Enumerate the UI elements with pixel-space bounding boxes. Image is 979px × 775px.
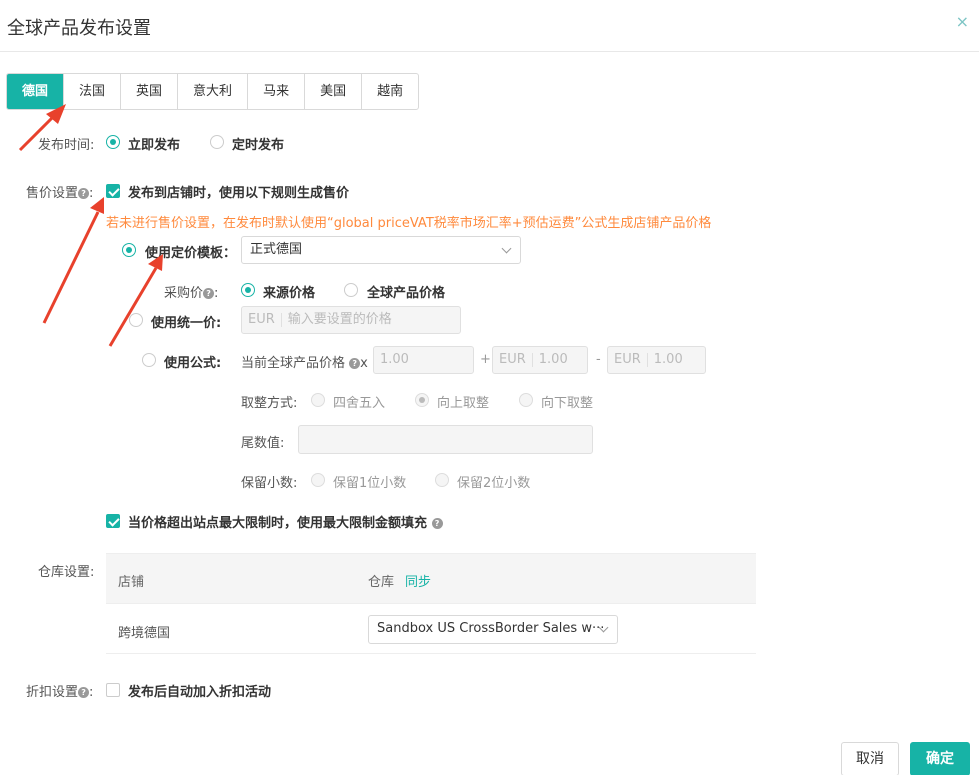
formula-multiplier-value: 1.00 [380, 352, 409, 367]
max-limit-checkbox[interactable] [106, 514, 120, 528]
purchase-source-radio[interactable] [241, 283, 255, 297]
formula-plus: + [480, 352, 491, 367]
template-select[interactable]: 正式德国 [241, 236, 521, 264]
formula-radio[interactable] [142, 353, 156, 367]
tab-italy[interactable]: 意大利 [177, 74, 247, 109]
sync-link[interactable]: 同步 [405, 571, 431, 590]
store-name: 跨境德国 [118, 626, 171, 641]
help-icon[interactable]: ? [431, 518, 443, 529]
tail-value-label: 尾数值: [241, 436, 285, 451]
use-template-radio[interactable] [122, 243, 136, 257]
tab-germany[interactable]: 德国 [7, 74, 64, 109]
purchase-source-label[interactable]: 来源价格 [263, 282, 315, 301]
formula-sub-value: 1.00 [653, 352, 683, 367]
formula-text: 当前全球产品价格 [241, 356, 346, 371]
help-icon[interactable]: ? [203, 288, 215, 299]
discount-colon: : [89, 685, 94, 700]
table-header: 店铺 仓库 同步 [106, 554, 756, 604]
purchase-price-text: 采购价 [164, 286, 204, 301]
publish-now-radio[interactable] [106, 135, 120, 149]
dialog-header: 全球产品发布设置 × [0, 0, 979, 52]
tab-uk[interactable]: 英国 [120, 74, 177, 109]
col-store: 店铺 [118, 575, 145, 590]
max-limit-text: 当价格超出站点最大限制时，使用最大限制金额填充 [128, 516, 428, 531]
publish-time-label: 发布时间: [38, 138, 95, 153]
publish-scheduled-radio[interactable] [210, 135, 224, 149]
round-half-label[interactable]: 四舍五入 [333, 392, 385, 411]
round-down-radio[interactable] [519, 393, 533, 407]
arrow-annotation-template [108, 254, 163, 347]
decimals-1-label[interactable]: 保留1位小数 [333, 472, 406, 491]
formula-minus: - [596, 352, 601, 367]
warehouse-table: 店铺 仓库 同步 跨境德国 Sandbox US CrossBorder Sal… [106, 553, 756, 654]
round-down-label[interactable]: 向下取整 [541, 392, 593, 411]
help-icon[interactable]: ? [78, 687, 90, 698]
purchase-global-radio[interactable] [344, 283, 358, 297]
formula-description: 当前全球产品价格 ? x [241, 352, 368, 371]
currency-prefix: EUR [608, 353, 648, 367]
arrow-line [42, 211, 100, 324]
price-settings-colon: : [89, 186, 94, 201]
use-template-label[interactable]: 使用定价模板： [145, 242, 236, 261]
help-icon[interactable]: ? [78, 188, 90, 199]
discount-checkbox-label[interactable]: 发布后自动加入折扣活动 [128, 681, 271, 700]
close-icon[interactable]: × [956, 12, 969, 31]
col-warehouse: 仓库 [368, 575, 395, 590]
discount-text: 折扣设置 [26, 685, 79, 700]
discount-label: 折扣设置?: [26, 681, 93, 700]
formula-x: x [360, 356, 368, 371]
purchase-global-label[interactable]: 全球产品价格 [367, 282, 445, 301]
dialog-title: 全球产品发布设置 [7, 18, 151, 39]
warehouse-label: 仓库设置: [38, 565, 95, 580]
round-half-radio[interactable] [311, 393, 325, 407]
tab-france[interactable]: 法国 [63, 74, 120, 109]
unified-price-label[interactable]: 使用统一价: [151, 312, 221, 331]
warehouse-select[interactable]: Sandbox US CrossBorder Sales w··· [368, 615, 618, 644]
discount-checkbox[interactable] [106, 683, 120, 697]
max-limit-label[interactable]: 当价格超出站点最大限制时，使用最大限制金额填充 ? [128, 512, 443, 531]
tab-vietnam[interactable]: 越南 [361, 74, 418, 109]
help-icon[interactable]: ? [349, 358, 361, 369]
unified-price-placeholder: 输入要设置的价格 [287, 312, 392, 327]
purchase-price-colon: : [214, 286, 219, 301]
annotation-arrows [18, 104, 163, 347]
arrow-line [108, 267, 158, 347]
template-select-value: 正式德国 [250, 242, 303, 257]
formula-label[interactable]: 使用公式: [164, 352, 221, 371]
chevron-down-icon [501, 243, 512, 254]
round-up-radio[interactable] [415, 393, 429, 407]
tab-usa[interactable]: 美国 [304, 74, 361, 109]
purchase-price-label: 采购价?: [164, 282, 218, 301]
unified-price-radio[interactable] [129, 313, 143, 327]
country-tabs: 德国 法国 英国 意大利 马来 美国 越南 [6, 73, 420, 110]
confirm-button[interactable]: 确定 [910, 742, 970, 775]
price-settings-text: 售价设置 [26, 186, 79, 201]
cancel-button[interactable]: 取消 [841, 742, 899, 775]
publish-scheduled-label[interactable]: 定时发布 [232, 134, 284, 153]
formula-add-input[interactable]: EUR 1.00 [492, 346, 588, 374]
decimals-2-radio[interactable] [435, 473, 449, 487]
decimals-2-label[interactable]: 保留2位小数 [457, 472, 530, 491]
currency-prefix: EUR [242, 313, 282, 327]
decimals-label: 保留小数: [241, 476, 298, 491]
round-up-label[interactable]: 向上取整 [437, 392, 489, 411]
formula-sub-input[interactable]: EUR 1.00 [607, 346, 706, 374]
formula-add-value: 1.00 [538, 352, 568, 367]
price-settings-label: 售价设置?: [26, 182, 93, 201]
price-rule-checkbox[interactable] [106, 184, 120, 198]
warehouse-select-value: Sandbox US CrossBorder Sales w··· [377, 621, 605, 636]
price-rule-label[interactable]: 发布到店铺时，使用以下规则生成售价 [128, 182, 349, 201]
decimals-1-radio[interactable] [311, 473, 325, 487]
formula-multiplier-input[interactable]: 1.00 [373, 346, 474, 374]
price-warning-text: 若未进行售价设置，在发布时默认使用“global priceVAT税率市场汇率+… [106, 216, 712, 231]
currency-prefix: EUR [493, 353, 533, 367]
tab-malaysia[interactable]: 马来 [247, 74, 304, 109]
arrow-annotation-checkbox [42, 197, 104, 324]
tail-value-input[interactable] [298, 425, 593, 454]
rounding-label: 取整方式: [241, 396, 298, 411]
publish-now-label[interactable]: 立即发布 [128, 134, 180, 153]
unified-price-input[interactable]: EUR 输入要设置的价格 [241, 306, 461, 334]
